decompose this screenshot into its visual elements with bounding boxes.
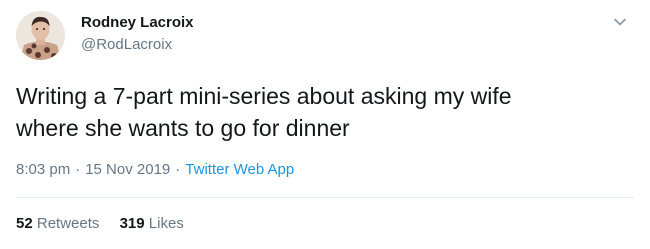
tweet-meta: 8:03 pm · 15 Nov 2019 · Twitter Web App <box>16 161 294 178</box>
avatar[interactable] <box>16 11 65 60</box>
tweet-source-link[interactable]: Twitter Web App <box>185 161 294 178</box>
tweet-date[interactable]: 15 Nov 2019 <box>85 161 170 178</box>
tweet-text-line: where she wants to go for dinner <box>16 115 350 141</box>
user-handle[interactable]: @RodLacroix <box>81 36 172 53</box>
meta-separator: · <box>175 161 181 178</box>
retweets-stat[interactable]: 52 Retweets <box>16 215 99 232</box>
display-name[interactable]: Rodney Lacroix <box>81 14 194 31</box>
retweets-label: Retweets <box>36 215 100 232</box>
divider <box>16 197 634 198</box>
likes-label: Likes <box>148 215 184 232</box>
tweet-text: Writing a 7-part mini-series about askin… <box>16 80 616 144</box>
user-avatar-icon <box>16 11 65 60</box>
retweets-count: 52 <box>16 215 33 232</box>
likes-stat[interactable]: 319 Likes <box>120 215 184 232</box>
tweet-text-line: Writing a 7-part mini-series about askin… <box>16 83 512 109</box>
meta-separator: · <box>75 161 81 178</box>
tweet-stats: 52 Retweets 319 Likes <box>16 215 200 232</box>
likes-count: 319 <box>119 215 145 232</box>
tweet-card: Rodney Lacroix @RodLacroix Writing a 7-p… <box>0 0 650 249</box>
tweet-time[interactable]: 8:03 pm <box>16 161 70 178</box>
chevron-down-icon[interactable] <box>612 14 628 30</box>
